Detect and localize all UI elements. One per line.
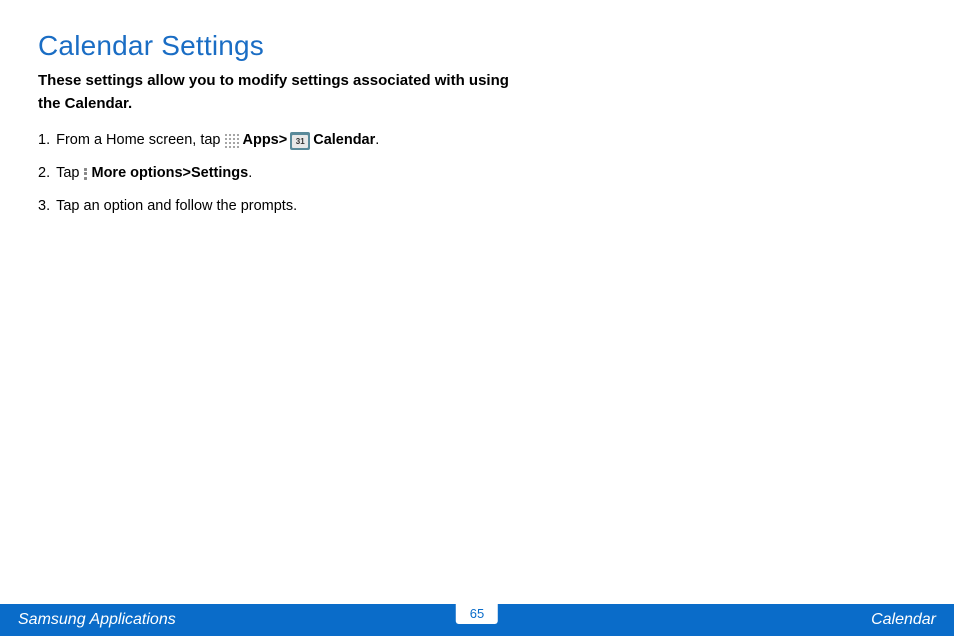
footer-left: Samsung Applications <box>18 611 176 629</box>
step-1: 1. From a Home screen, tap Apps > 31 Cal… <box>38 129 528 152</box>
page-title: Calendar Settings <box>38 30 528 62</box>
page-footer: Samsung Applications 65 Calendar <box>0 604 954 636</box>
calendar-label: Calendar <box>313 129 375 152</box>
separator: > <box>279 129 287 152</box>
calendar-icon: 31 <box>290 132 310 150</box>
period: . <box>375 129 379 152</box>
step-text: Tap <box>56 162 79 185</box>
step-3: 3. Tap an option and follow the prompts. <box>38 195 528 218</box>
page-number: 65 <box>456 604 498 624</box>
separator: > <box>183 162 191 185</box>
settings-label: Settings <box>191 162 248 185</box>
apps-grid-icon <box>224 133 240 149</box>
step-number: 1. <box>38 129 50 152</box>
calendar-icon-date: 31 <box>296 137 305 146</box>
apps-label: Apps <box>243 129 279 152</box>
step-text: From a Home screen, tap <box>56 129 220 152</box>
steps-list: 1. From a Home screen, tap Apps > 31 Cal… <box>38 129 528 219</box>
more-options-label: More options <box>91 162 182 185</box>
step-number: 2. <box>38 162 50 185</box>
period: . <box>248 162 252 185</box>
step-number: 3. <box>38 195 50 218</box>
footer-right: Calendar <box>871 611 936 629</box>
step-text: Tap an option and follow the prompts. <box>56 195 297 218</box>
intro-text: These settings allow you to modify setti… <box>38 70 528 115</box>
step-2: 2. Tap More options > Settings . <box>38 162 528 185</box>
more-options-icon <box>82 167 88 181</box>
page-content: Calendar Settings These settings allow y… <box>38 30 528 229</box>
